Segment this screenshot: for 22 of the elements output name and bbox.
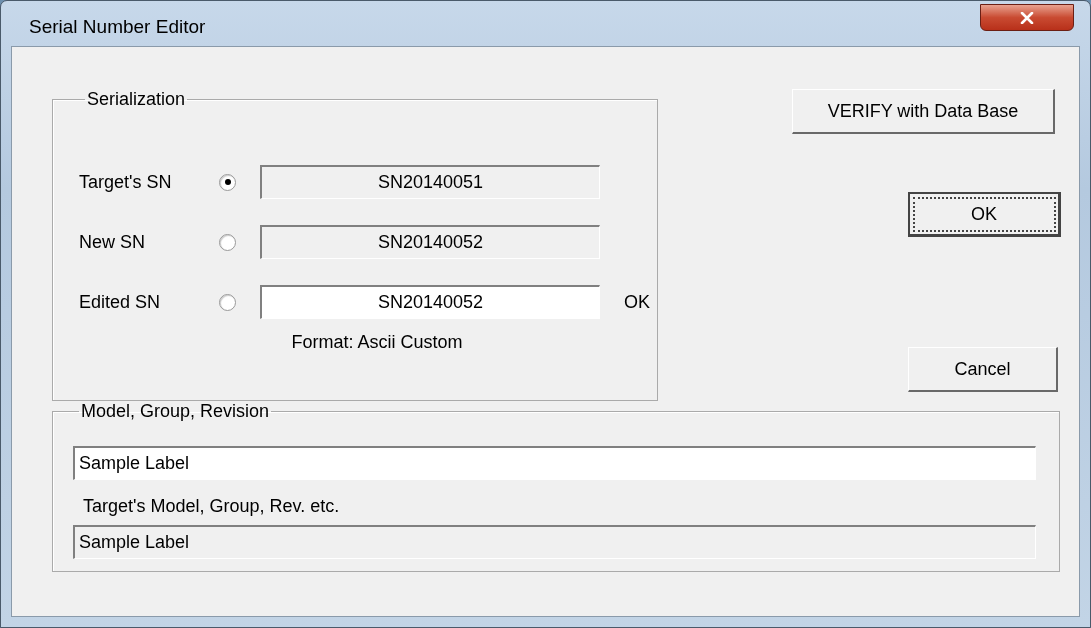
status-text: OK xyxy=(624,291,650,313)
group-title: Serialization xyxy=(86,89,187,110)
radio-button[interactable] xyxy=(219,173,236,191)
radio-button[interactable] xyxy=(219,293,236,311)
row-label: Edited SN xyxy=(79,291,162,313)
field-caption: Target's Model, Group, Rev. etc. xyxy=(82,495,341,518)
group-title: Model, Group, Revision xyxy=(80,401,271,422)
dialog-button[interactable]: Cancel xyxy=(908,347,1058,392)
row-label: Target's SN xyxy=(79,171,173,193)
dialog-button[interactable]: VERIFY with Data Base xyxy=(792,89,1055,134)
dialog-button[interactable]: OK xyxy=(908,192,1061,237)
close-button[interactable] xyxy=(980,4,1074,31)
sn-input-field[interactable]: SN20140052 xyxy=(260,285,600,319)
model-input-field[interactable]: Sample Label xyxy=(73,446,1036,480)
close-icon xyxy=(1020,11,1034,24)
model-readonly-field[interactable]: Sample Label xyxy=(73,525,1036,559)
sn-readonly-field[interactable]: SN20140051 xyxy=(260,165,600,199)
sn-readonly-field[interactable]: SN20140052 xyxy=(260,225,600,259)
window-title: Serial Number Editor xyxy=(28,14,206,38)
row-label: New SN xyxy=(79,231,146,253)
format-text: Format: Ascii Custom xyxy=(290,332,464,353)
radio-button[interactable] xyxy=(219,233,236,251)
